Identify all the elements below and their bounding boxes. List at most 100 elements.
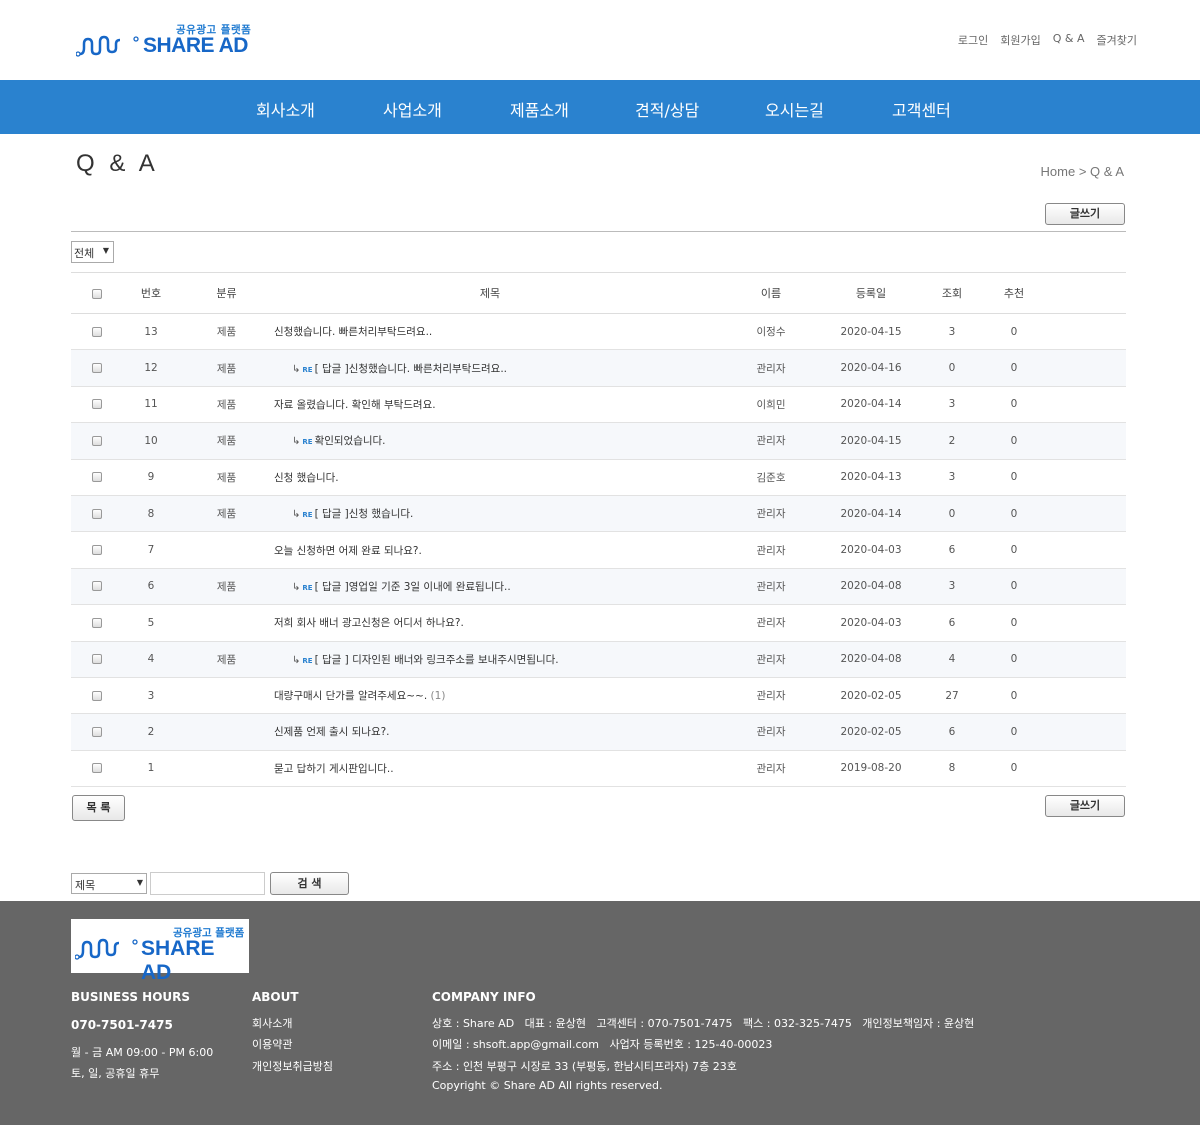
row-checkbox[interactable]: [71, 750, 123, 788]
table-row[interactable]: 3 대량구매시 단가를 알려주세요~~. (1) 관리자 2020-02-05 27 0: [71, 677, 1126, 715]
table-row[interactable]: 6 제품 ↳ RE[ 답글 ]영업일 기준 3일 이내에 완료됩니다.. 관리자 2020…: [71, 568, 1126, 606]
row-subject-link[interactable]: [ 답글 ]신청했습니다. 빠른처리부탁드려요..: [315, 363, 507, 375]
row-subject-link[interactable]: [ 답글 ]신청 했습니다.: [315, 508, 414, 520]
nav-estimate[interactable]: 견적/상담: [635, 97, 699, 121]
row-checkbox[interactable]: [71, 349, 123, 387]
table-row[interactable]: 11 제품 자료 올렸습니다. 확인해 부탁드려요. 이희민 2020-04-14 3 0: [71, 386, 1126, 424]
table-row[interactable]: 7 오늘 신청하면 어제 완료 되나요?. 관리자 2020-04-03 6 0: [71, 531, 1126, 569]
row-votes: 0: [998, 459, 1030, 496]
col-views: 조회: [906, 272, 998, 314]
row-checkbox[interactable]: [71, 495, 123, 533]
row-votes: 0: [998, 677, 1030, 715]
col-subject: 제목: [274, 272, 706, 314]
row-checkbox[interactable]: [71, 386, 123, 424]
row-subject-link[interactable]: 신청 했습니다.: [274, 472, 339, 484]
footer-hours-title: BUSINESS HOURS: [71, 990, 191, 1004]
table-row[interactable]: 1 묻고 답하기 게시판입니다.. 관리자 2019-08-20 8 0: [71, 750, 1126, 788]
site-footer: 공유광고 플랫폼 SHARE AD BUSINESS HOURS 070-750…: [0, 901, 1200, 1125]
footer-link-privacy[interactable]: 개인정보취급방침: [252, 1058, 333, 1074]
row-name: 관리자: [706, 568, 836, 606]
row-date: 2020-04-16: [836, 349, 906, 387]
row-checkbox[interactable]: [71, 641, 123, 678]
write-button-bottom[interactable]: 글쓰기: [1045, 795, 1125, 817]
row-subject-link[interactable]: [ 답글 ] 디자인된 배너와 링크주소를 보내주시면됩니다.: [315, 654, 559, 666]
footer-hours-weekday: 월 - 금 AM 09:00 - PM 6:00: [71, 1046, 214, 1059]
row-subject-cell: 자료 올렸습니다. 확인해 부탁드려요.: [274, 386, 706, 424]
row-subject-link[interactable]: 오늘 신청하면 어제 완료 되나요?.: [274, 545, 422, 557]
nav-products[interactable]: 제품소개: [510, 97, 569, 121]
site-logo[interactable]: 공유광고 플랫폼 SHARE AD: [76, 22, 256, 62]
row-subject-link[interactable]: 저희 회사 배너 광고신청은 어디서 하나요?.: [274, 617, 464, 629]
table-row[interactable]: 4 제품 ↳ RE[ 답글 ] 디자인된 배너와 링크주소를 보내주시면됩니다. 관리자…: [71, 641, 1126, 678]
row-subject-cell: 신청했습니다. 빠른처리부탁드려요..: [274, 313, 706, 351]
row-checkbox[interactable]: [71, 713, 123, 751]
dropdown-arrow-icon: ▼: [136, 878, 143, 887]
row-checkbox[interactable]: [71, 459, 123, 496]
search-field-select[interactable]: 제목 ▼: [71, 873, 147, 894]
row-subject-link[interactable]: 신청했습니다. 빠른처리부탁드려요..: [274, 326, 432, 338]
row-subject-link[interactable]: 신제품 언제 출시 되나요?.: [274, 726, 390, 738]
row-checkbox[interactable]: [71, 677, 123, 715]
select-all-checkbox[interactable]: [71, 272, 123, 314]
row-subject-link[interactable]: 대량구매시 단가를 알려주세요~~.: [274, 690, 427, 702]
footer-about-title: ABOUT: [252, 990, 299, 1004]
row-views: 6: [906, 531, 998, 569]
nav-business[interactable]: 사업소개: [383, 97, 442, 121]
row-spacer: [1030, 677, 1126, 715]
footer-link-company[interactable]: 회사소개: [252, 1015, 292, 1031]
table-row[interactable]: 2 신제품 언제 출시 되나요?. 관리자 2020-02-05 6 0: [71, 713, 1126, 751]
footer-company-line: 상호 : Share AD 대표 : 윤상현 고객센터 : 070-7501-7…: [432, 1017, 975, 1030]
row-date: 2020-02-05: [836, 713, 906, 751]
checkbox-icon: [92, 581, 102, 592]
row-subject-cell: 대량구매시 단가를 알려주세요~~. (1): [274, 677, 706, 715]
nav-directions[interactable]: 오시는길: [765, 97, 824, 121]
footer-copyright: Copyright © Share AD All rights reserved…: [432, 1079, 663, 1092]
comment-count: (1): [430, 690, 446, 703]
search-input[interactable]: [150, 872, 265, 895]
table-row[interactable]: 13 제품 신청했습니다. 빠른처리부탁드려요.. 이정수 2020-04-15 3 0: [71, 313, 1126, 351]
search-button[interactable]: 검 색: [270, 872, 349, 895]
row-checkbox[interactable]: [71, 313, 123, 351]
table-row[interactable]: 9 제품 신청 했습니다. 김준호 2020-04-13 3 0: [71, 459, 1126, 496]
checkbox-icon: [92, 472, 102, 483]
col-category: 분류: [179, 272, 274, 314]
nav-support[interactable]: 고객센터: [892, 97, 951, 121]
bookmark-link[interactable]: 즐겨찾기: [1097, 32, 1137, 48]
category-select[interactable]: 전체 ▼: [71, 241, 114, 263]
signup-link[interactable]: 회원가입: [1000, 32, 1040, 48]
row-views: 27: [906, 677, 998, 715]
table-row[interactable]: 10 제품 ↳ RE 확인되었습니다. 관리자 2020-04-15 2 0: [71, 422, 1126, 460]
login-link[interactable]: 로그인: [958, 32, 988, 48]
table-row[interactable]: 12 제품 ↳ RE[ 답글 ]신청했습니다. 빠른처리부탁드려요.. 관리자 2020-…: [71, 349, 1126, 387]
footer-company-line: 이메일 : shsoft.app@gmail.com 사업자 등록번호 : 12…: [432, 1038, 773, 1051]
row-subject-link[interactable]: [ 답글 ]영업일 기준 3일 이내에 완료됩니다..: [315, 581, 511, 593]
row-checkbox[interactable]: [71, 604, 123, 642]
table-row[interactable]: 8 제품 ↳ RE[ 답글 ]신청 했습니다. 관리자 2020-04-14 0 0: [71, 495, 1126, 533]
row-spacer: [1030, 386, 1126, 424]
category-select-value: 전체: [74, 247, 95, 260]
row-subject-link[interactable]: 확인되었습니다.: [315, 435, 386, 447]
col-date: 등록일: [836, 272, 906, 314]
row-votes: 0: [998, 313, 1030, 351]
list-button[interactable]: 목 록: [72, 795, 125, 821]
col-number: 번호: [123, 272, 179, 314]
footer-logo-brand: SHARE AD: [141, 937, 215, 984]
reply-badge-icon: RE: [302, 656, 313, 665]
qna-link[interactable]: Q & A: [1053, 32, 1085, 48]
table-row[interactable]: 5 저희 회사 배너 광고신청은 어디서 하나요?. 관리자 2020-04-03 6 0: [71, 604, 1126, 642]
footer-link-terms[interactable]: 이용약관: [252, 1036, 292, 1052]
row-subject-link[interactable]: 묻고 답하기 게시판입니다..: [274, 763, 394, 775]
row-votes: 0: [998, 713, 1030, 751]
row-date: 2020-04-13: [836, 459, 906, 496]
row-views: 6: [906, 713, 998, 751]
row-checkbox[interactable]: [71, 531, 123, 569]
row-spacer: [1030, 604, 1126, 642]
row-checkbox[interactable]: [71, 568, 123, 606]
nav-company[interactable]: 회사소개: [256, 97, 315, 121]
row-number: 12: [123, 349, 179, 387]
write-button-top[interactable]: 글쓰기: [1045, 203, 1125, 225]
checkbox-icon: [92, 545, 102, 556]
row-subject-link[interactable]: 자료 올렸습니다. 확인해 부탁드려요.: [274, 399, 436, 411]
row-checkbox[interactable]: [71, 422, 123, 460]
checkbox-icon: [92, 399, 102, 410]
